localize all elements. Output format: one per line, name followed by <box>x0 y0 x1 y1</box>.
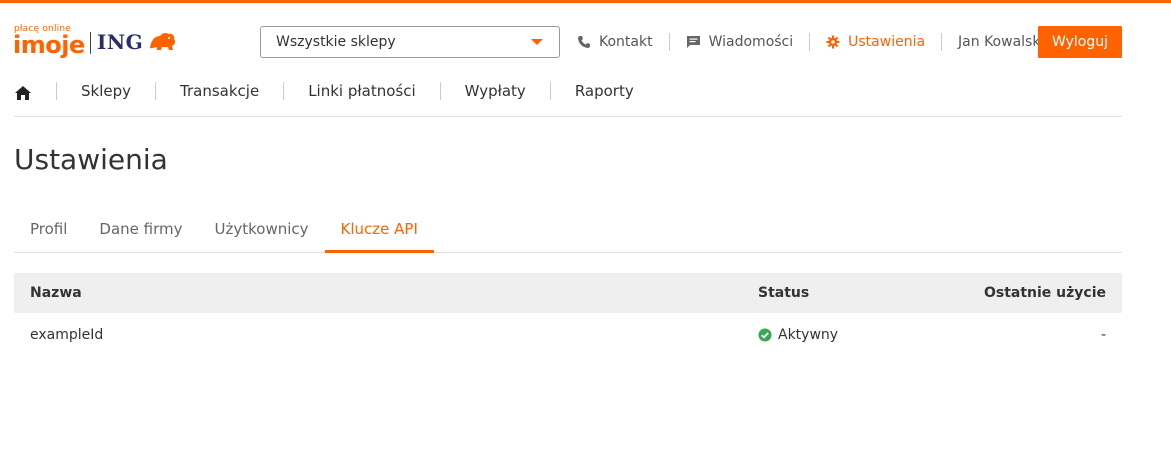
nav-item-sklepy[interactable]: Sklepy <box>57 82 157 100</box>
store-select-value: Wszystkie sklepy <box>276 34 396 50</box>
nav-item-transakcje[interactable]: Transakcje <box>156 82 285 100</box>
check-circle-icon <box>758 328 772 342</box>
gear-icon <box>826 35 840 49</box>
table-row[interactable]: exampleId Aktywny - <box>14 313 1122 357</box>
tab-dane-firmy[interactable]: Dane firmy <box>83 210 198 253</box>
nav-contact-label: Kontakt <box>599 34 653 50</box>
logout-button[interactable]: Wyloguj <box>1038 26 1122 58</box>
ing-lion-icon <box>150 32 176 50</box>
nav-item-raporty[interactable]: Raporty <box>551 82 658 100</box>
top-nav: Kontakt Wiadomości Ustawienia Jan Kowals… <box>577 26 1060 58</box>
api-keys-table: Nazwa Status Ostatnie użycie exampleId A… <box>14 273 1122 357</box>
store-select[interactable]: Wszystkie sklepy <box>260 26 560 58</box>
nav-messages[interactable]: Wiadomości <box>670 33 811 51</box>
status-label: Aktywny <box>778 327 839 343</box>
top-accent-line <box>0 0 1171 3</box>
page-title: Ustawienia <box>14 143 168 176</box>
nav-item-linki-platnosci[interactable]: Linki płatności <box>284 82 441 100</box>
tab-uzytkownicy[interactable]: Użytkownicy <box>199 210 325 253</box>
logo-imoje: imoje <box>13 31 85 59</box>
column-header-name[interactable]: Nazwa <box>14 285 758 301</box>
phone-icon <box>578 36 590 48</box>
settings-tabs: Profil Dane firmy Użytkownicy Klucze API <box>14 210 1122 253</box>
nav-contact[interactable]: Kontakt <box>577 33 670 51</box>
logo-divider <box>90 32 91 54</box>
chevron-down-icon <box>531 39 543 45</box>
logo-ing: ING <box>97 30 144 54</box>
cell-status: Aktywny <box>758 327 958 343</box>
column-header-status[interactable]: Status <box>758 285 958 301</box>
nav-messages-label: Wiadomości <box>708 34 794 50</box>
tab-profil[interactable]: Profil <box>14 210 83 253</box>
home-icon <box>15 85 31 100</box>
main-nav: Sklepy Transakcje Linki płatności Wypłat… <box>14 80 1122 117</box>
table-header: Nazwa Status Ostatnie użycie <box>14 273 1122 313</box>
tab-klucze-api[interactable]: Klucze API <box>324 210 434 253</box>
home-link[interactable] <box>14 82 57 100</box>
column-header-last-used[interactable]: Ostatnie użycie <box>958 285 1122 301</box>
cell-last-used: - <box>1100 327 1106 343</box>
nav-settings[interactable]: Ustawienia <box>810 33 943 51</box>
status-badge: Aktywny <box>758 327 958 343</box>
logo[interactable]: płacę online imoje ING <box>13 24 183 64</box>
user-name: Jan Kowalski <box>958 34 1045 50</box>
nav-settings-label: Ustawienia <box>848 34 926 50</box>
nav-item-wyplaty[interactable]: Wypłaty <box>441 82 551 100</box>
cell-name: exampleId <box>30 327 104 343</box>
message-icon <box>686 36 700 48</box>
